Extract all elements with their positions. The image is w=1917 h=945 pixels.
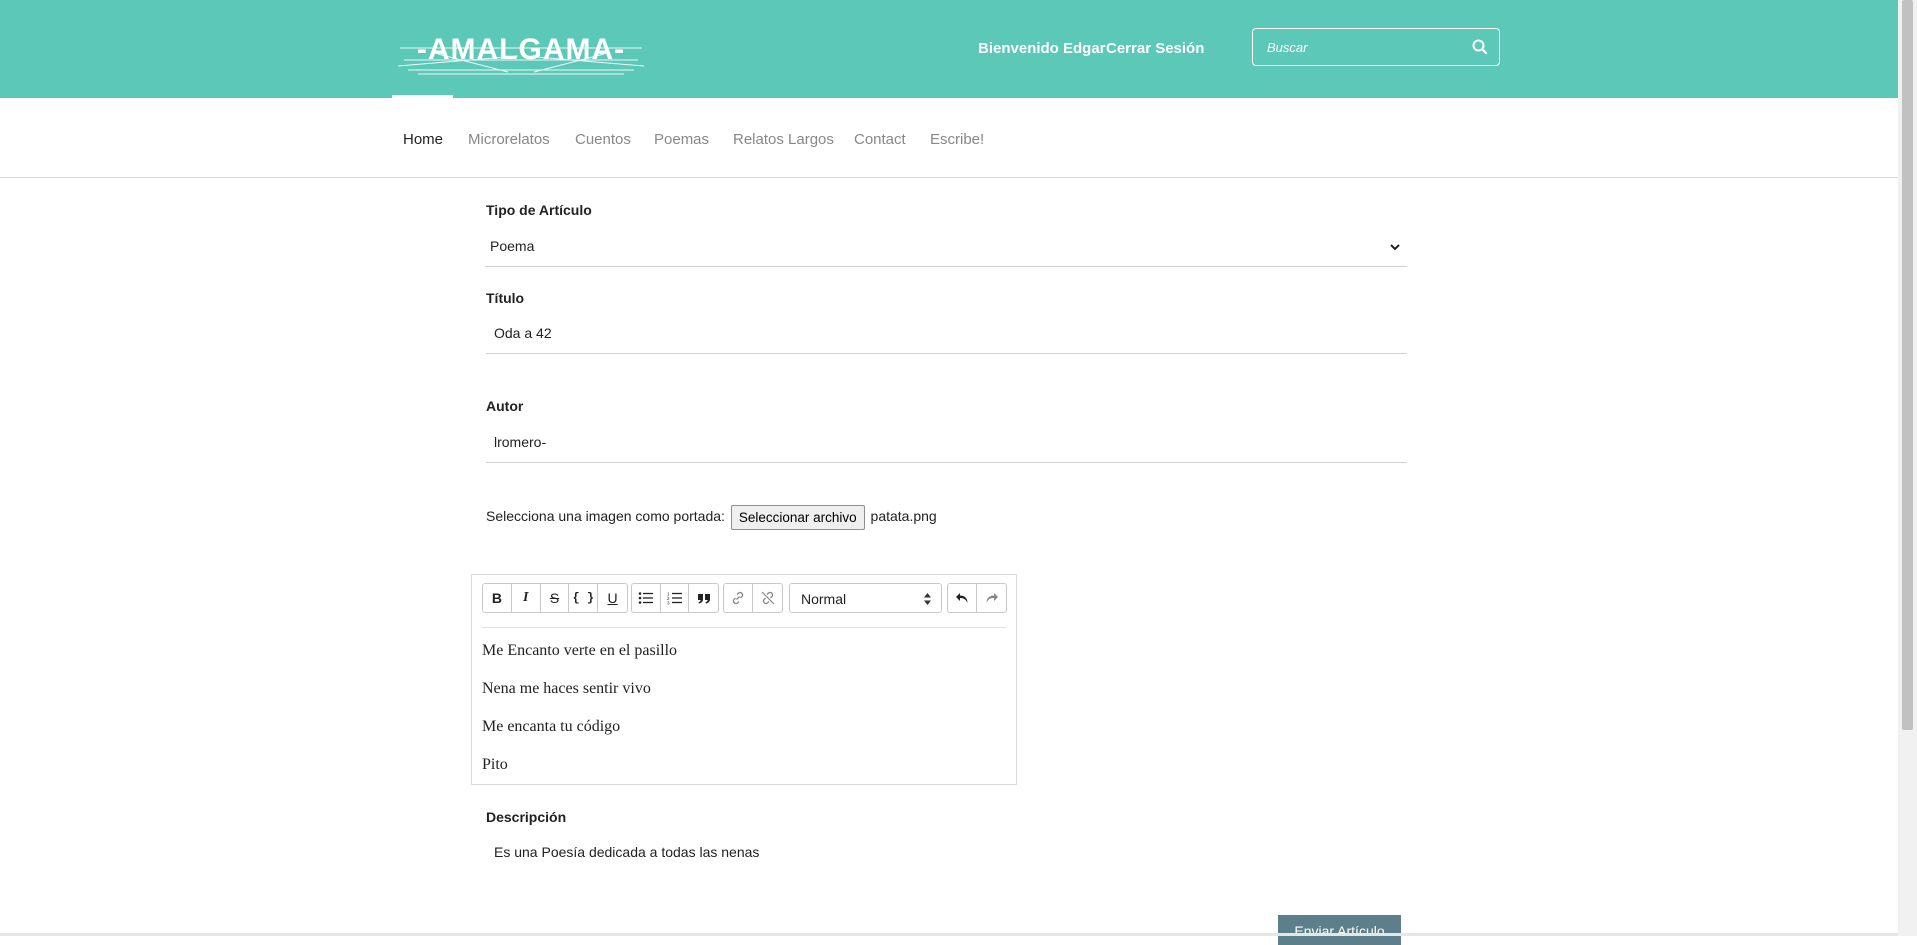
italic-button[interactable]: I [512, 584, 541, 612]
nav-item-poemas[interactable]: Poemas [654, 131, 709, 148]
author-value: lromero- [494, 434, 547, 450]
redo-button[interactable] [977, 584, 1006, 612]
nav-item-home[interactable]: Home [403, 131, 443, 148]
italic-icon: I [522, 590, 529, 605]
search-box [1252, 28, 1500, 66]
numbered-list-button[interactable]: 1 2 3 [661, 584, 690, 612]
logo-text: -AMALGAMA- [417, 33, 625, 66]
strikethrough-icon: S [549, 590, 560, 606]
unlink-button[interactable] [753, 584, 782, 612]
undo-button[interactable] [948, 584, 977, 612]
heading-select[interactable]: Normal [789, 583, 942, 613]
unlink-icon [761, 591, 774, 605]
undo-icon [956, 593, 968, 603]
logout-link[interactable]: Cerrar Sesión [1106, 40, 1204, 57]
nav-item-microrelatos[interactable]: Microrelatos [468, 131, 550, 148]
cover-upload-label: Selecciona una imagen como portada: [486, 508, 725, 525]
description-input[interactable]: Es una Poesía dedicada a todas las nenas [486, 832, 1407, 872]
top-header: -AMALGAMA- Bienvenido Edgar Cerrar Sesió… [0, 0, 1898, 98]
code-icon: { } [572, 591, 595, 605]
title-value: Oda a 42 [494, 325, 552, 341]
search-icon[interactable] [1471, 38, 1489, 56]
cover-upload-row: Selecciona una imagen como portada: Sele… [486, 505, 937, 530]
rich-text-editor: B I S { } U 1 2 3 Normal Me Encanto vert… [471, 574, 1017, 785]
code-button[interactable]: { } [569, 584, 599, 612]
nav-item-relatos-largos[interactable]: Relatos Largos [733, 131, 834, 148]
editor-line: Nena me haces sentir vivo [482, 680, 651, 697]
editor-line: Me encanta tu código [482, 718, 621, 735]
strikethrough-button[interactable]: S [541, 584, 570, 612]
choose-file-button[interactable]: Seleccionar archivo [730, 505, 865, 530]
heading-select-value: Normal [801, 591, 847, 607]
logo-graphic: -AMALGAMA- [397, 33, 645, 75]
bold-icon: B [491, 590, 502, 606]
article-type-value: Poema [490, 238, 535, 254]
author-label: Autor [486, 398, 524, 414]
link-group [723, 583, 783, 613]
search-input[interactable] [1253, 29, 1453, 65]
editor-line: Me Encanto verte en el pasillo [482, 642, 678, 659]
title-label: Título [486, 290, 525, 306]
bullet-list-button[interactable] [632, 584, 661, 612]
bullet-list-icon [638, 592, 653, 604]
bold-button[interactable]: B [483, 584, 512, 612]
svg-text:3: 3 [667, 601, 670, 606]
author-input[interactable]: lromero- [486, 422, 1407, 463]
underline-icon: U [607, 590, 618, 606]
editor-toolbar: B I S { } U 1 2 3 Normal [482, 583, 1007, 613]
link-button[interactable] [724, 584, 753, 612]
description-value: Es una Poesía dedicada a todas las nenas [494, 844, 760, 860]
article-type-label: Tipo de Artículo [486, 202, 592, 218]
amalgama-logo[interactable]: -AMALGAMA- [397, 26, 645, 76]
main-nav: Home Microrelatos Cuentos Poemas Relatos… [0, 98, 1898, 178]
chevron-down-icon [1389, 240, 1401, 252]
welcome-link[interactable]: Bienvenido Edgar [978, 40, 1106, 57]
scrollbar-thumb[interactable] [1902, 0, 1913, 730]
format-group: B I S { } U [482, 583, 628, 613]
list-group: 1 2 3 [631, 583, 719, 613]
quote-icon [697, 594, 710, 604]
blockquote-button[interactable] [689, 584, 718, 612]
nav-item-contact[interactable]: Contact [854, 131, 906, 148]
submit-article-button[interactable]: Enviar Artículo [1278, 915, 1401, 945]
link-icon [732, 591, 744, 605]
editor-line: Pito [482, 756, 508, 773]
page-scrollbar[interactable] [1898, 0, 1917, 936]
history-group [947, 583, 1007, 613]
redo-icon [986, 593, 998, 603]
toolbar-divider [482, 627, 1006, 628]
nav-item-cuentos[interactable]: Cuentos [575, 131, 631, 148]
underline-button[interactable]: U [598, 584, 627, 612]
numbered-list-icon: 1 2 3 [667, 592, 682, 606]
title-input[interactable]: Oda a 42 [486, 313, 1407, 354]
article-type-select[interactable]: Poema [486, 226, 1407, 267]
description-label: Descripción [486, 809, 567, 825]
updown-arrows-icon [923, 592, 932, 606]
selected-filename: patata.png [870, 508, 937, 525]
editor-content[interactable]: Me Encanto verte en el pasillo Nena me h… [482, 641, 677, 793]
nav-item-escribe[interactable]: Escribe! [930, 131, 984, 148]
